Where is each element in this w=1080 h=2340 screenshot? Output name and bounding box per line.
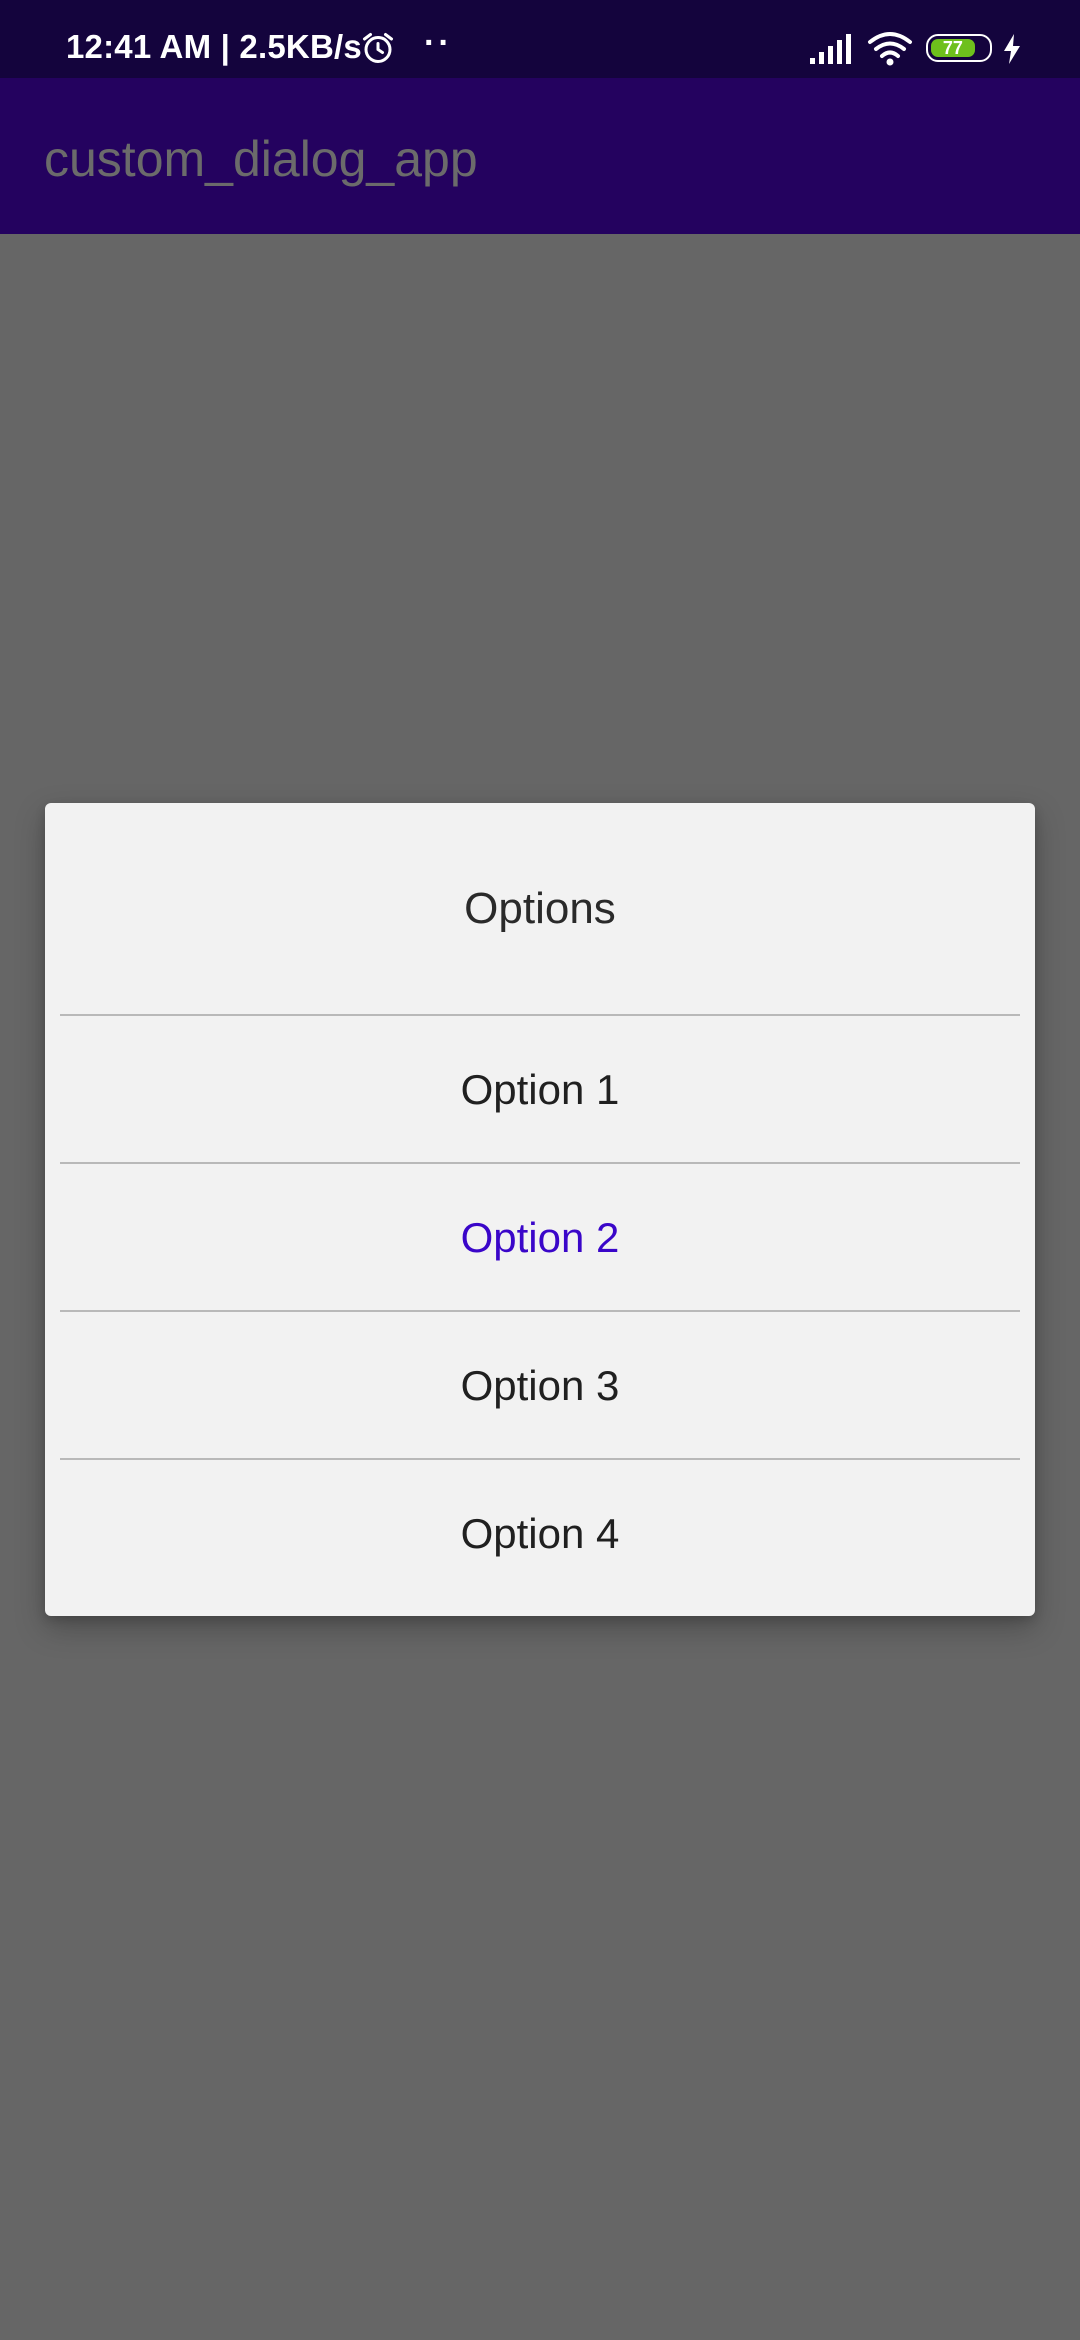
option-4[interactable]: Option 4 <box>45 1460 1035 1608</box>
options-dialog: Options Option 1 Option 2 Option 3 Optio… <box>45 803 1035 1616</box>
battery-icon: 77 <box>926 34 992 62</box>
status-time: 12:41 AM | 2.5KB/s <box>66 28 362 65</box>
dialog-title: Options <box>464 884 616 933</box>
option-1[interactable]: Option 1 <box>45 1016 1035 1164</box>
battery-fill: 77 <box>931 39 975 57</box>
notification-dots: ·· <box>424 24 453 62</box>
signal-icon <box>810 34 851 64</box>
alarm-icon <box>363 33 393 63</box>
option-2[interactable]: Option 2 <box>45 1164 1035 1312</box>
option-3[interactable]: Option 3 <box>45 1312 1035 1460</box>
status-bar: 12:41 AM | 2.5KB/s ·· 77 <box>0 0 1080 78</box>
wifi-icon <box>868 32 912 66</box>
charging-icon <box>1004 34 1020 64</box>
app-bar: custom_dialog_app <box>0 78 1080 234</box>
battery-level: 77 <box>942 38 963 58</box>
app-title: custom_dialog_app <box>44 131 478 187</box>
